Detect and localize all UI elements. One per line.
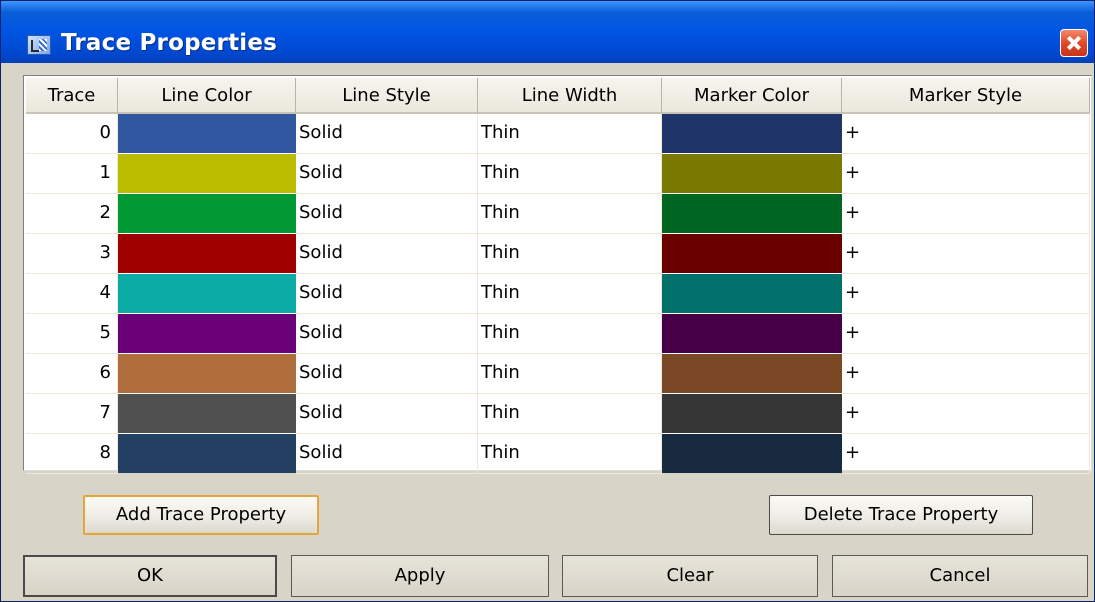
add-trace-property-button[interactable]: Add Trace Property — [83, 495, 319, 535]
marker-style-cell[interactable]: + — [842, 234, 1090, 274]
line-color-swatch[interactable] — [118, 234, 296, 273]
line-width-cell[interactable]: Thin — [478, 274, 662, 314]
close-button[interactable] — [1060, 29, 1088, 57]
marker-style-cell[interactable]: + — [842, 314, 1090, 354]
line-style-cell[interactable]: Solid — [296, 274, 478, 314]
line-color-swatch[interactable] — [118, 354, 296, 393]
app-icon — [27, 35, 51, 55]
line-width-cell[interactable]: Thin — [478, 314, 662, 354]
marker-color-swatch[interactable] — [662, 394, 842, 433]
dialog-title: Trace Properties — [61, 30, 278, 56]
delete-trace-property-button[interactable]: Delete Trace Property — [769, 495, 1033, 535]
marker-style-cell[interactable]: + — [842, 394, 1090, 434]
ok-button[interactable]: OK — [23, 555, 277, 597]
apply-button[interactable]: Apply — [291, 555, 549, 597]
line-style-cell[interactable]: Solid — [296, 234, 478, 274]
marker-color-swatch[interactable] — [662, 194, 842, 233]
line-width-cell[interactable]: Thin — [478, 434, 662, 474]
line-color-swatch[interactable] — [118, 394, 296, 433]
line-width-cell[interactable]: Thin — [478, 354, 662, 394]
line-style-cell[interactable]: Solid — [296, 114, 478, 154]
column-header-line-width[interactable]: Line Width — [478, 78, 662, 114]
line-color-swatch[interactable] — [118, 114, 296, 153]
trace-table: Trace Line Color Line Style Line Width M… — [23, 75, 1092, 474]
marker-color-swatch[interactable] — [662, 354, 842, 393]
line-style-cell[interactable]: Solid — [296, 194, 478, 234]
line-width-cell[interactable]: Thin — [478, 154, 662, 194]
trace-cell[interactable]: 1 — [26, 154, 118, 194]
marker-style-cell[interactable]: + — [842, 274, 1090, 314]
line-width-cell[interactable]: Thin — [478, 394, 662, 434]
trace-cell[interactable]: 7 — [26, 394, 118, 434]
line-width-cell[interactable]: Thin — [478, 114, 662, 154]
line-style-cell[interactable]: Solid — [296, 314, 478, 354]
column-header-line-color[interactable]: Line Color — [118, 78, 296, 114]
marker-color-swatch[interactable] — [662, 314, 842, 353]
marker-style-cell[interactable]: + — [842, 434, 1090, 474]
line-style-cell[interactable]: Solid — [296, 354, 478, 394]
trace-cell[interactable]: 2 — [26, 194, 118, 234]
column-header-trace[interactable]: Trace — [26, 78, 118, 114]
marker-style-cell[interactable]: + — [842, 194, 1090, 234]
column-header-line-style[interactable]: Line Style — [296, 78, 478, 114]
trace-cell[interactable]: 0 — [26, 114, 118, 154]
line-color-swatch[interactable] — [118, 194, 296, 233]
column-header-marker-style[interactable]: Marker Style — [842, 78, 1090, 114]
marker-color-swatch[interactable] — [662, 114, 842, 153]
clear-button[interactable]: Clear — [562, 555, 818, 597]
marker-color-swatch[interactable] — [662, 234, 842, 273]
marker-style-cell[interactable]: + — [842, 354, 1090, 394]
line-color-swatch[interactable] — [118, 314, 296, 353]
line-style-cell[interactable]: Solid — [296, 394, 478, 434]
trace-cell[interactable]: 8 — [26, 434, 118, 474]
line-width-cell[interactable]: Thin — [478, 234, 662, 274]
trace-cell[interactable]: 6 — [26, 354, 118, 394]
trace-cell[interactable]: 4 — [26, 274, 118, 314]
trace-properties-dialog: Trace Properties Trace Line Color Line S… — [0, 0, 1095, 602]
line-width-cell[interactable]: Thin — [478, 194, 662, 234]
line-color-swatch[interactable] — [118, 434, 296, 473]
line-color-swatch[interactable] — [118, 154, 296, 193]
marker-style-cell[interactable]: + — [842, 154, 1090, 194]
marker-color-swatch[interactable] — [662, 434, 842, 473]
trace-cell[interactable]: 5 — [26, 314, 118, 354]
line-style-cell[interactable]: Solid — [296, 434, 478, 474]
marker-color-swatch[interactable] — [662, 154, 842, 193]
title-bar[interactable]: Trace Properties — [1, 1, 1094, 63]
marker-style-cell[interactable]: + — [842, 114, 1090, 154]
line-style-cell[interactable]: Solid — [296, 154, 478, 194]
cancel-button[interactable]: Cancel — [832, 555, 1088, 597]
column-header-marker-color[interactable]: Marker Color — [662, 78, 842, 114]
line-color-swatch[interactable] — [118, 274, 296, 313]
trace-cell[interactable]: 3 — [26, 234, 118, 274]
marker-color-swatch[interactable] — [662, 274, 842, 313]
